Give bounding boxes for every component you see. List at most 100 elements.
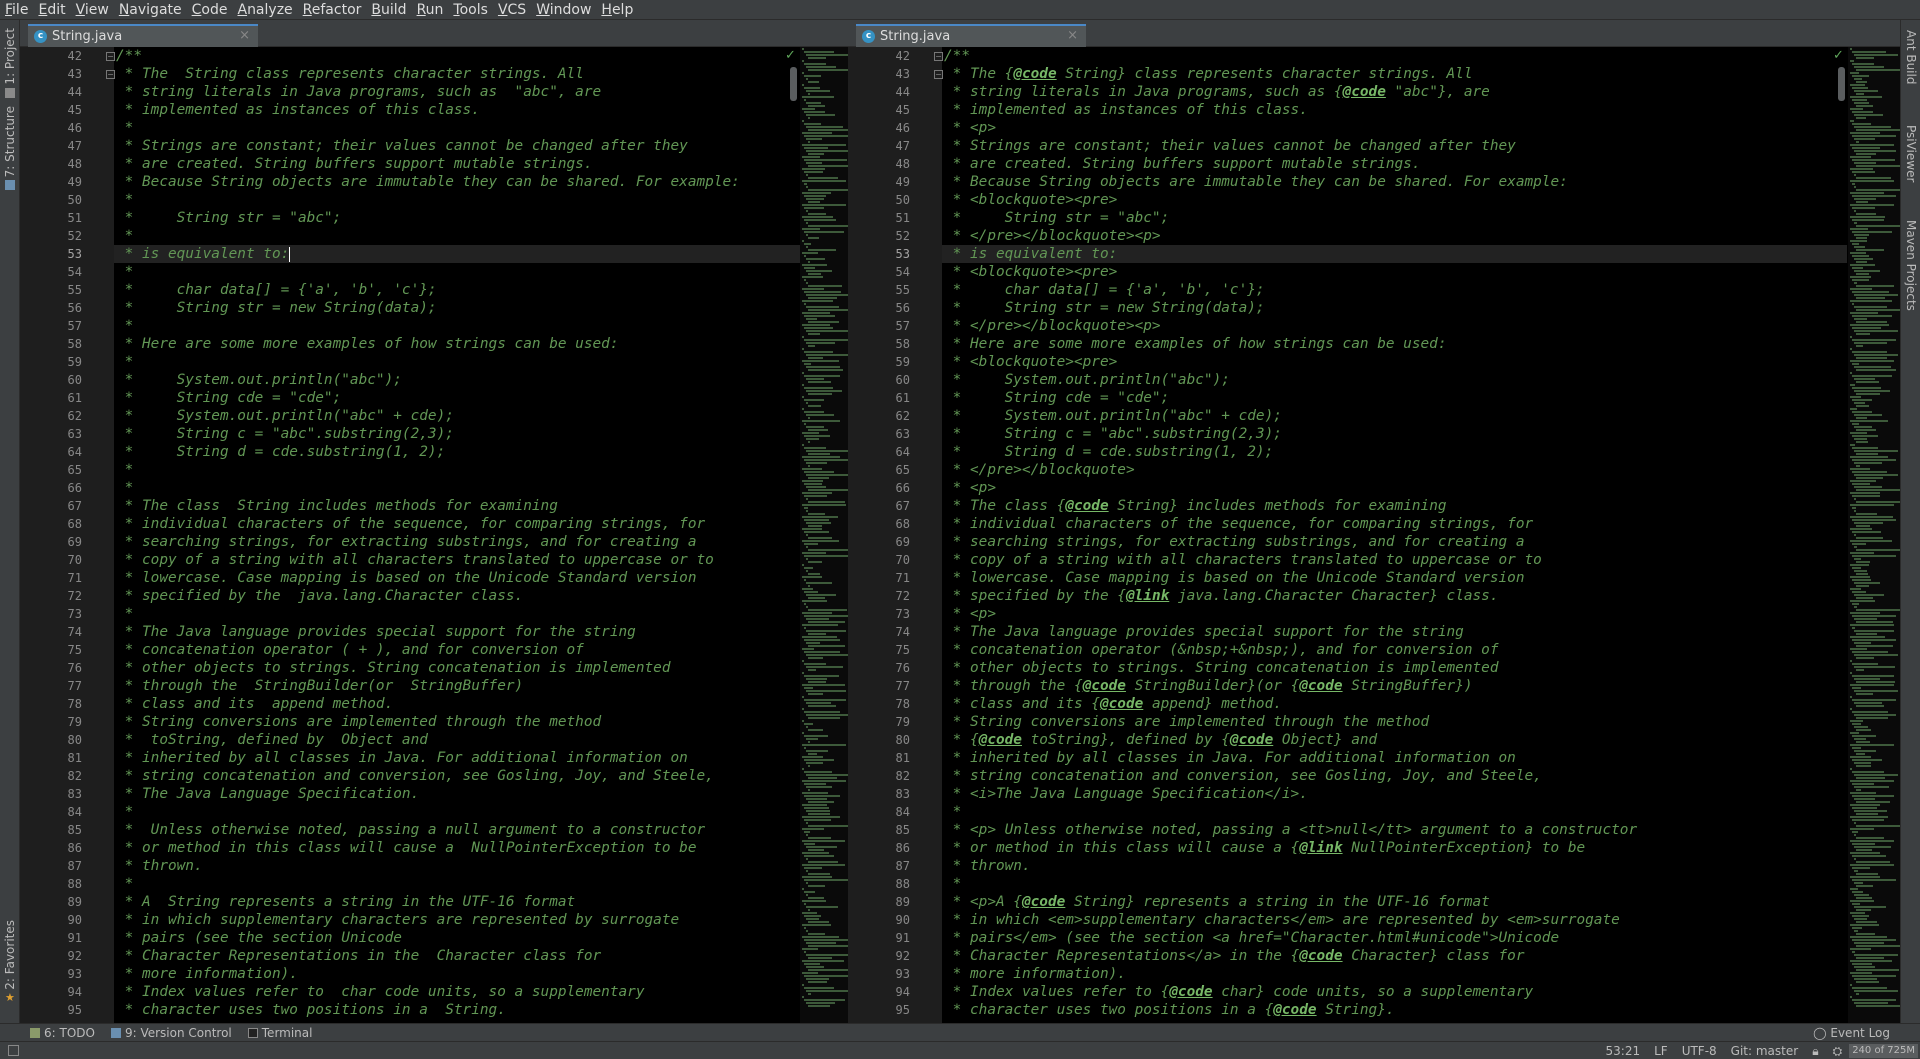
menu-code[interactable]: Code	[187, 0, 233, 20]
minimap-line	[1850, 108, 1863, 110]
minimap-line	[808, 321, 839, 323]
terminal-tool-button[interactable]: Terminal	[240, 1026, 321, 1040]
menu-help[interactable]: Help	[596, 0, 638, 20]
code-line: * String str = new String(data);	[114, 299, 809, 317]
minimap-line	[1852, 507, 1857, 509]
minimap-line	[804, 255, 806, 257]
minimap-line	[806, 930, 808, 932]
menu-file[interactable]: File	[0, 0, 33, 20]
minimap-line	[806, 786, 832, 788]
close-icon[interactable]: ×	[239, 28, 250, 43]
project-tool-button[interactable]: 1: Project	[0, 28, 20, 98]
caret-position[interactable]: 53:21	[1599, 1044, 1648, 1058]
menu-tools[interactable]: Tools	[448, 0, 493, 20]
minimap-line	[1852, 543, 1866, 545]
minimap-line	[802, 180, 846, 182]
minimap-line	[1850, 84, 1866, 86]
memory-indicator[interactable]: 240 of 725M	[1849, 1044, 1918, 1058]
code-text: * The Java language provides special sup…	[116, 624, 636, 640]
code-text: * lowercase. Case mapping is based on th…	[116, 570, 697, 586]
code-text: * string concatenation and conversion, s…	[944, 768, 1542, 784]
minimap-line	[808, 681, 827, 683]
minimap-line	[802, 912, 817, 914]
menu-edit[interactable]: Edit	[33, 0, 70, 20]
minimap-line	[1852, 975, 1896, 977]
minimap-line	[1854, 186, 1856, 188]
line-number: 56	[67, 301, 82, 315]
left-scroll-thumb[interactable]	[790, 67, 797, 101]
minimap-line	[1856, 489, 1900, 491]
minimap-line	[802, 756, 824, 758]
line-number: 72	[895, 589, 910, 603]
minimap-line	[1852, 243, 1859, 245]
menu-mnemonic: W	[536, 1, 550, 18]
line-separator[interactable]: LF	[1647, 1044, 1675, 1058]
ant-build-tool-button[interactable]: Ant Build	[1901, 30, 1920, 84]
maven-projects-tool-button[interactable]: Maven Projects	[1901, 220, 1920, 311]
menu-analyze[interactable]: Analyze	[232, 0, 297, 20]
minimap-line	[808, 957, 832, 959]
lock-icon[interactable]: 🔒︎	[1805, 1044, 1825, 1059]
minimap-line	[804, 435, 830, 437]
code-text: * is equivalent to:	[944, 246, 1118, 262]
minimap-line	[804, 363, 811, 365]
javadoc-tag: @link	[1125, 588, 1170, 604]
structure-tool-button[interactable]: 7: Structure	[0, 106, 20, 191]
menu-window[interactable]: Window	[531, 0, 596, 20]
minimap-line	[808, 789, 810, 791]
minimap-line	[1856, 273, 1869, 275]
git-branch[interactable]: Git: master	[1724, 1044, 1806, 1058]
favorites-tool-button[interactable]: 2: Favorites ★	[0, 920, 20, 1003]
menu-view[interactable]: View	[71, 0, 114, 20]
todo-tool-button[interactable]: 6: TODO	[22, 1026, 103, 1040]
minimap-line	[806, 714, 848, 716]
right-minimap[interactable]	[1848, 47, 1900, 1023]
menu-navigate[interactable]: Navigate	[114, 0, 187, 20]
minimap-line	[806, 402, 808, 404]
line-number: 58	[67, 337, 82, 351]
minimap-line	[806, 366, 840, 368]
left-minimap[interactable]	[800, 47, 848, 1023]
left-code-area[interactable]: /** * The String class represents charac…	[114, 47, 809, 1023]
event-log-button[interactable]: ◯ Event Log	[1813, 1024, 1890, 1042]
minimap-line	[1852, 483, 1871, 485]
close-icon[interactable]: ×	[1067, 28, 1078, 43]
minimap-line	[808, 669, 816, 671]
minimap-line	[808, 285, 842, 287]
code-line: * or method in this class will cause a {…	[942, 839, 1847, 857]
code-text: *	[116, 354, 134, 370]
line-number: 56	[895, 301, 910, 315]
psiviewer-tool-button[interactable]: PsiViewer	[1901, 125, 1920, 182]
minimap-line	[802, 636, 838, 638]
code-text: * The {	[944, 66, 1014, 82]
minimap-line	[1852, 807, 1877, 809]
minimap-line	[1852, 387, 1882, 389]
minimap-line	[802, 744, 846, 746]
menu-refactor[interactable]: Refactor	[298, 0, 367, 20]
minimap-line	[1852, 675, 1894, 677]
version-control-tool-button[interactable]: 9: Version Control	[103, 1026, 240, 1040]
left-vertical-scrollbar[interactable]	[790, 47, 798, 1023]
code-text: * thrown.	[116, 858, 203, 874]
hector-icon[interactable]: ⛭	[1826, 1044, 1850, 1059]
right-vertical-scrollbar[interactable]	[1838, 47, 1846, 1023]
right-code-area[interactable]: /** * The {@code String} class represent…	[942, 47, 1847, 1023]
code-line: * String str = "abc";	[114, 209, 809, 227]
minimap-line	[1854, 990, 1898, 992]
right-editor-tab[interactable]: c String.java ×	[856, 24, 1086, 47]
minimap-line	[806, 666, 843, 668]
menu-build[interactable]: Build	[366, 0, 411, 20]
minimap-line	[1856, 249, 1885, 251]
right-scroll-thumb[interactable]	[1838, 67, 1845, 101]
code-text: * specified by the java.lang.Character c…	[116, 588, 524, 604]
minimap-line	[1852, 927, 1862, 929]
left-editor-tab[interactable]: c String.java ×	[28, 24, 258, 47]
file-encoding[interactable]: UTF-8	[1675, 1044, 1724, 1058]
menu-run[interactable]: Run	[412, 0, 449, 20]
tool-windows-toggle-icon[interactable]	[8, 1045, 19, 1056]
menu-vcs[interactable]: VCS	[493, 0, 531, 20]
code-line: * Index values refer to {@code char} cod…	[942, 983, 1847, 1001]
minimap-line	[1854, 486, 1882, 488]
minimap-line	[1854, 582, 1880, 584]
line-number: 91	[895, 931, 910, 945]
